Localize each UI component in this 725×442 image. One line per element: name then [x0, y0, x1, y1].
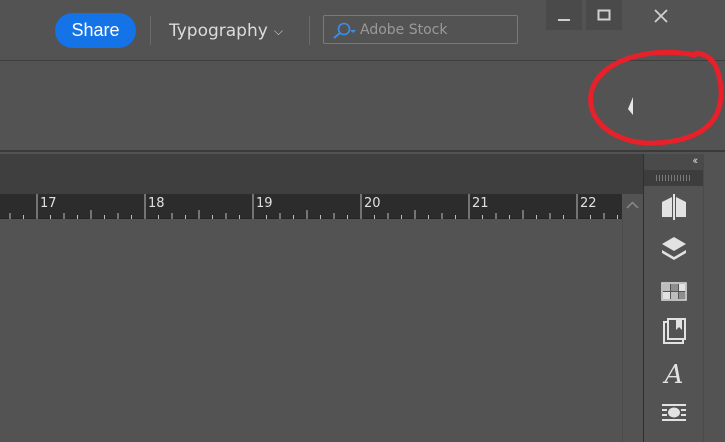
layers-icon[interactable]: [659, 234, 689, 264]
scroll-up-button[interactable]: [622, 194, 643, 219]
document-tab-bar: [0, 154, 643, 194]
annotation-circle: [588, 49, 724, 146]
divider: [309, 16, 310, 45]
grip-handle-icon[interactable]: [656, 175, 692, 181]
ruler-label: 18: [148, 196, 165, 211]
panel-dock: ‹‹ A: [643, 154, 704, 442]
cc-libraries-icon[interactable]: [659, 316, 689, 346]
minimize-icon: [558, 19, 570, 21]
close-icon: [654, 9, 668, 23]
control-panel: [0, 49, 725, 152]
search-icon: [333, 22, 356, 39]
workspace-switcher[interactable]: Typography ⌵: [169, 18, 283, 44]
share-button[interactable]: Share: [55, 13, 136, 48]
ruler-label: 22: [580, 196, 597, 211]
collapse-panels-button[interactable]: ‹‹: [693, 154, 699, 169]
vertical-scrollbar[interactable]: [622, 219, 643, 442]
svg-text:A: A: [663, 360, 684, 388]
window-edge: [703, 154, 725, 442]
ruler-label: 20: [364, 196, 381, 211]
paragraph-styles-icon[interactable]: [659, 398, 689, 428]
ruler-ticks: [9, 194, 618, 219]
minimize-button[interactable]: [546, 0, 582, 30]
character-styles-icon[interactable]: A: [659, 358, 689, 388]
chevron-down-icon: ⌵: [273, 24, 283, 38]
ruler-label: 19: [256, 196, 273, 211]
restore-button[interactable]: [586, 0, 622, 30]
dock-header: ‹‹: [644, 154, 704, 170]
close-button[interactable]: [642, 0, 680, 30]
pages-icon[interactable]: [659, 192, 689, 222]
search-input[interactable]: [360, 19, 510, 41]
pasteboard[interactable]: [0, 220, 622, 442]
workspace-label: Typography: [169, 21, 268, 41]
chevron-up-icon: [626, 201, 639, 209]
swatches-icon[interactable]: [659, 276, 689, 306]
horizontal-ruler[interactable]: 17 18 19 20 21 22: [0, 194, 622, 219]
window-controls: [542, 0, 725, 30]
adobe-stock-search[interactable]: [323, 15, 518, 44]
dock-icon-column: A: [644, 186, 704, 442]
ruler-label: 17: [40, 196, 57, 211]
divider: [150, 16, 151, 45]
restore-icon: [597, 9, 611, 21]
ruler-label: 21: [472, 196, 489, 211]
